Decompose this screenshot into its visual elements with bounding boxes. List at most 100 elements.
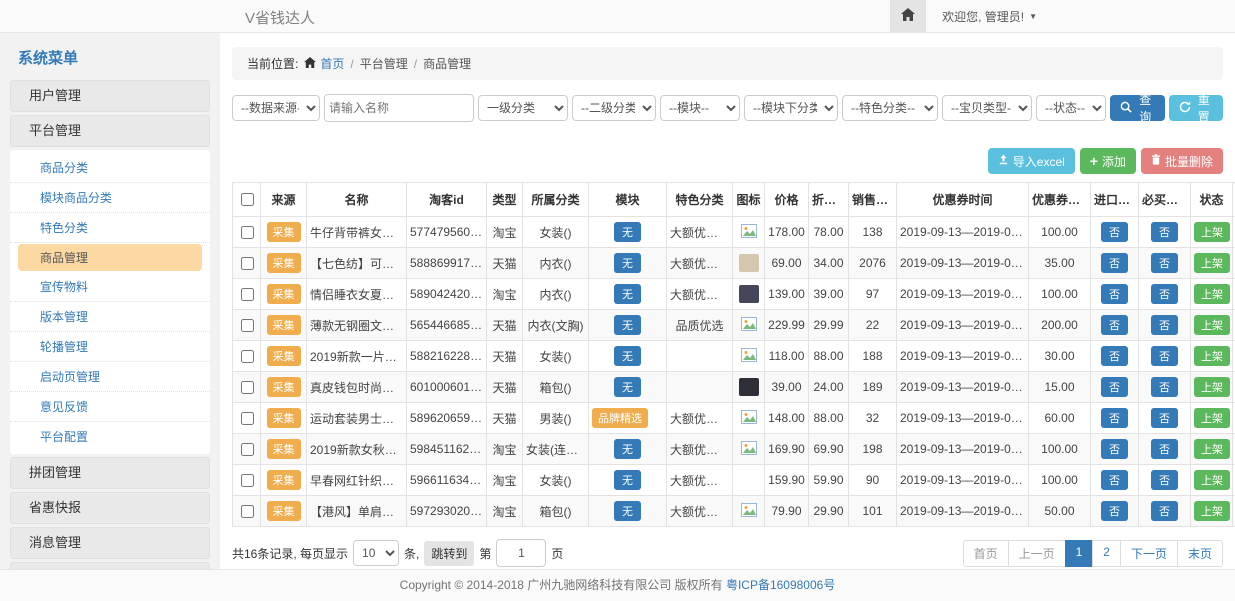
user-menu[interactable]: 欢迎您, 管理员! ▼ [942,8,1037,25]
module-subcategory-select[interactable]: --模块下分类-- [744,95,838,121]
sidebar-item-feedback[interactable]: 意见反馈 [10,392,210,422]
must-buy-toggle[interactable]: 否 [1151,253,1178,273]
import-select-toggle[interactable]: 否 [1101,501,1128,521]
row-select-cell [233,341,261,372]
row-checkbox[interactable] [241,443,254,456]
batch-delete-button[interactable]: 批量删除 [1141,148,1223,174]
import-select-toggle[interactable]: 否 [1101,222,1128,242]
module-none-badge[interactable]: 无 [614,346,641,366]
sidebar-item-platform-config[interactable]: 平台配置 [10,422,210,451]
sidebar-group-platform-management[interactable]: 平台管理 [10,115,210,147]
import-select-toggle[interactable]: 否 [1101,470,1128,490]
sidebar-item-carousel-management[interactable]: 轮播管理 [10,332,210,362]
module-none-badge[interactable]: 无 [614,470,641,490]
taoke-id-cell: 597293020870 [407,496,487,527]
sidebar-group-order-management[interactable]: 订单管理 [10,562,210,569]
row-checkbox[interactable] [241,474,254,487]
import-select-toggle[interactable]: 否 [1101,439,1128,459]
sidebar-item-module-goods-category[interactable]: 模块商品分类 [10,183,210,213]
sidebar-item-goods-management[interactable]: 商品管理 [18,244,202,271]
module-none-badge[interactable]: 无 [614,439,641,459]
row-checkbox[interactable] [241,381,254,394]
status-toggle[interactable]: 上架 [1194,408,1230,428]
sidebar-item-version-management[interactable]: 版本管理 [10,302,210,332]
level1-category-select[interactable]: 一级分类 [478,95,568,121]
jump-button[interactable]: 跳转到 [424,541,474,566]
module-none-badge[interactable]: 无 [614,284,641,304]
select-all-header [233,183,261,217]
page-button-下一页[interactable]: 下一页 [1120,540,1178,567]
sidebar-item-goods-category[interactable]: 商品分类 [10,153,210,183]
status-toggle[interactable]: 上架 [1194,315,1230,335]
must-buy-toggle[interactable]: 否 [1151,439,1178,459]
featured-category-select[interactable]: --特色分类-- [842,95,938,121]
item-type-select[interactable]: --宝贝类型-- [942,95,1032,121]
sidebar-item-featured-category[interactable]: 特色分类 [10,213,210,243]
module-none-badge[interactable]: 无 [614,315,641,335]
page-button-末页[interactable]: 末页 [1177,540,1223,567]
breadcrumb-item[interactable]: 平台管理 [360,55,408,72]
sidebar-group-user-management[interactable]: 用户管理 [10,80,210,112]
sidebar-group-saving-news[interactable]: 省惠快报 [10,492,210,524]
status-toggle[interactable]: 上架 [1194,470,1230,490]
module-select[interactable]: --模块-- [660,95,740,121]
home-button[interactable] [890,0,926,32]
row-checkbox[interactable] [241,319,254,332]
import-select-toggle[interactable]: 否 [1101,284,1128,304]
search-button[interactable]: 查询 [1110,95,1165,121]
import-excel-button[interactable]: 导入excel [988,148,1075,174]
import-select-toggle[interactable]: 否 [1101,315,1128,335]
import-select-toggle[interactable]: 否 [1101,346,1128,366]
column-header-15: 状态 [1191,183,1233,217]
row-checkbox[interactable] [241,226,254,239]
must-buy-toggle[interactable]: 否 [1151,377,1178,397]
sidebar-group-group-buy-management[interactable]: 拼团管理 [10,457,210,489]
must-buy-toggle[interactable]: 否 [1151,470,1178,490]
page-number-input[interactable] [496,539,546,567]
row-checkbox[interactable] [241,505,254,518]
import-select-toggle[interactable]: 否 [1101,377,1128,397]
status-toggle[interactable]: 上架 [1194,501,1230,521]
status-select[interactable]: --状态-- [1036,95,1106,121]
name-search-input[interactable] [324,94,474,122]
row-checkbox[interactable] [241,288,254,301]
module-none-badge[interactable]: 无 [614,222,641,242]
reset-button[interactable]: 重置 [1169,95,1224,121]
import-select-toggle[interactable]: 否 [1101,253,1128,273]
select-all-checkbox[interactable] [241,193,254,206]
must-buy-toggle[interactable]: 否 [1151,284,1178,304]
sidebar-item-splash-management[interactable]: 启动页管理 [10,362,210,392]
module-none-badge[interactable]: 无 [614,377,641,397]
coupon-amount-cell: 35.00 [1029,248,1091,279]
import-select-toggle[interactable]: 否 [1101,408,1128,428]
row-checkbox[interactable] [241,257,254,270]
status-toggle[interactable]: 上架 [1194,346,1230,366]
per-page-select[interactable]: 10 [353,540,399,566]
sidebar-item-promo-materials[interactable]: 宣传物料 [10,272,210,302]
sidebar-group-message-management[interactable]: 消息管理 [10,527,210,559]
sidebar-heading: 系统菜单 [10,47,210,68]
status-toggle[interactable]: 上架 [1194,222,1230,242]
module-none-badge[interactable]: 无 [614,253,641,273]
row-checkbox[interactable] [241,412,254,425]
breadcrumb-home-link[interactable]: 首页 [304,55,344,72]
module-cell: 无 [589,372,667,403]
must-buy-toggle[interactable]: 否 [1151,222,1178,242]
page-button-2[interactable]: 2 [1092,540,1121,567]
must-buy-toggle[interactable]: 否 [1151,501,1178,521]
page-button-1[interactable]: 1 [1065,540,1094,567]
status-toggle[interactable]: 上架 [1194,439,1230,459]
add-button[interactable]: + 添加 [1080,148,1136,174]
module-none-badge[interactable]: 无 [614,501,641,521]
status-toggle[interactable]: 上架 [1194,253,1230,273]
must-buy-toggle[interactable]: 否 [1151,408,1178,428]
data-source-select[interactable]: --数据来源-- [232,95,320,121]
status-toggle[interactable]: 上架 [1194,284,1230,304]
row-checkbox[interactable] [241,350,254,363]
status-toggle[interactable]: 上架 [1194,377,1230,397]
must-buy-toggle[interactable]: 否 [1151,315,1178,335]
level2-category-select[interactable]: --二级分类-- [572,95,656,121]
icp-link[interactable]: 粤ICP备16098006号 [726,578,835,592]
must-buy-cell: 否 [1139,403,1191,434]
must-buy-toggle[interactable]: 否 [1151,346,1178,366]
